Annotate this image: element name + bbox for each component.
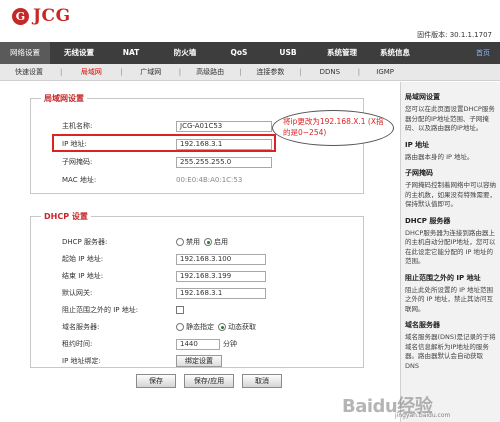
save-button[interactable]: 保存 (136, 374, 176, 388)
help-heading-lan: 局域网设置 (405, 93, 440, 101)
ip-binding-row: IP 地址绑定: 绑定设置 (31, 354, 363, 368)
save-apply-button[interactable]: 保存/应用 (184, 374, 234, 388)
radio-icon (176, 323, 184, 331)
router-admin-page: G JCG 固件版本: 30.1.1.1707 网络设置 无线设置 NAT 防火… (0, 0, 500, 422)
mac-address-label: MAC 地址: (62, 176, 97, 184)
subnav-separator: | (120, 68, 123, 76)
help-heading-dhcp: DHCP 服务器 (405, 216, 451, 225)
dns-static-radio[interactable]: 静态指定 (176, 322, 214, 332)
subnav-separator: | (178, 68, 182, 76)
lease-time-input[interactable]: 1440 (176, 338, 220, 350)
dhcp-enable-label: 启用 (214, 238, 228, 246)
subnet-mask-input[interactable]: 255.255.255.0 (176, 156, 272, 168)
dhcp-settings-legend: DHCP 设置 (41, 211, 91, 222)
subnav-lan[interactable]: 局域网 (64, 67, 118, 77)
ip-highlight-box (52, 134, 276, 152)
block-outside-checkbox[interactable] (176, 306, 184, 314)
dhcp-enable-radio[interactable]: 启用 (204, 237, 228, 247)
cancel-button[interactable]: 取消 (242, 374, 282, 388)
help-heading-block: 阻止范围之外的 IP 地址 (405, 273, 481, 282)
help-text-block: 阻止此处所设置的 IP 地址范围之外的 IP 地址，禁止其访问互联网。 (405, 285, 493, 313)
dns-static-label: 静态指定 (186, 323, 214, 331)
nav-usb[interactable]: USB (262, 42, 314, 64)
firmware-version: 固件版本: 30.1.1.1707 (417, 31, 492, 39)
nav-wireless-settings[interactable]: 无线设置 (50, 42, 108, 64)
radio-selected-icon (204, 238, 212, 246)
brand-logo: G JCG (12, 6, 71, 26)
gateway-input[interactable]: 192.168.3.1 (176, 287, 266, 299)
nav-firewall[interactable]: 防火墙 (154, 42, 216, 64)
annotation-bubble: 将ip更改为192.168.X.1 (X指的是0~254) (272, 110, 394, 146)
subnet-mask-label: 子网掩码: (62, 158, 93, 166)
settings-content: 局域网设置 主机名称: JCG-A01C53 IP 地址: 192.168.3.… (4, 84, 396, 422)
dns-auto-label: 动态获取 (228, 323, 256, 331)
host-name-input[interactable]: JCG-A01C53 (176, 120, 272, 132)
lease-time-row: 租约时间: 1440 分钟 (31, 337, 363, 351)
gateway-row: 默认网关: 192.168.3.1 (31, 286, 363, 300)
help-heading-ip: IP 地址 (405, 140, 430, 149)
block-outside-row: 阻止范围之外的 IP 地址: (31, 303, 363, 317)
subnav-igmp[interactable]: IGMP (362, 68, 408, 76)
dhcp-server-row: DHCP 服务器: 禁用 启用 (31, 235, 363, 249)
block-outside-label: 阻止范围之外的 IP 地址: (62, 306, 139, 314)
baidu-watermark-url: jingyan.baidu.com (395, 412, 451, 419)
dhcp-server-label: DHCP 服务器: (62, 238, 108, 246)
subnav-separator: | (60, 68, 63, 76)
main-nav: 网络设置 无线设置 NAT 防火墙 QoS USB 系统管理 系统信息 首页 (0, 42, 500, 64)
gateway-label: 默认网关: (62, 289, 93, 297)
mac-address-row: MAC 地址: 00:E0:4B:A0:1C:53 (31, 173, 363, 187)
subnav-separator: | (357, 68, 361, 76)
dhcp-disable-radio[interactable]: 禁用 (176, 237, 200, 247)
lease-time-unit: 分钟 (223, 340, 237, 348)
help-text-dns: 域名服务器(DNS)是记录的于将域名信息解析为IP地址的服务器。路由器默认会自动… (405, 333, 496, 370)
nav-network-settings[interactable]: 网络设置 (0, 42, 50, 64)
dns-auto-radio[interactable]: 动态获取 (218, 322, 256, 332)
host-name-label: 主机名称: (62, 122, 93, 130)
binding-settings-button[interactable]: 绑定设置 (176, 355, 222, 367)
help-heading-dns: 域名服务器 (405, 321, 440, 329)
dns-server-label: 域名服务器: (62, 323, 100, 331)
subnav-advanced-routing[interactable]: 高级路由 (183, 67, 237, 77)
start-ip-input[interactable]: 192.168.3.100 (176, 253, 266, 265)
lan-settings-legend: 局域网设置 (41, 93, 87, 104)
subnav-ddns[interactable]: DDNS (304, 68, 356, 76)
help-heading-mask: 子网掩码 (405, 169, 433, 177)
radio-icon (176, 238, 184, 246)
help-text-ip: 路由器本身的 IP 地址。 (405, 152, 474, 161)
subnav-quick-setup[interactable]: 快速设置 (0, 67, 58, 77)
end-ip-row: 结束 IP 地址: 192.168.3.199 (31, 269, 363, 283)
ip-binding-label: IP 地址绑定: (62, 357, 101, 365)
radio-selected-icon (218, 323, 226, 331)
subnav-connection-params[interactable]: 连接参数 (243, 67, 297, 77)
help-text-dhcp: DHCP服务器为连接到路由器上的主机自动分配IP地址，您可以在此设定它能分配的 … (405, 228, 496, 266)
dns-server-row: 域名服务器: 静态指定 动态获取 (31, 320, 363, 334)
brand-name: JCG (33, 6, 71, 26)
end-ip-input[interactable]: 192.168.3.199 (176, 270, 266, 282)
end-ip-label: 结束 IP 地址: (62, 272, 104, 280)
dhcp-settings-group: DHCP 设置 DHCP 服务器: 禁用 启用 起始 IP 地址: 192.16… (30, 211, 364, 368)
dhcp-disable-label: 禁用 (186, 238, 200, 246)
annotation-text: 将ip更改为192.168.X.1 (X指的是0~254) (283, 117, 384, 137)
start-ip-row: 起始 IP 地址: 192.168.3.100 (31, 252, 363, 266)
sub-nav: 快速设置 | 局域网 | 广域网 | 高级路由 | 连接参数 | DDNS | … (0, 64, 500, 81)
nav-system-management[interactable]: 系统管理 (314, 42, 370, 64)
subnav-separator: | (299, 68, 302, 76)
help-text-lan: 您可以在此页面设置DHCP服务器分配的IP地址范围、子网掩码、以及路由器的IP地… (405, 105, 495, 132)
header: G JCG 固件版本: 30.1.1.1707 (0, 0, 500, 42)
subnet-mask-row: 子网掩码: 255.255.255.0 (31, 155, 363, 169)
subnav-wan[interactable]: 广域网 (125, 67, 177, 77)
nav-home-link[interactable]: 首页 (472, 42, 494, 64)
start-ip-label: 起始 IP 地址: (62, 255, 104, 263)
help-text-mask: 子网掩码控制着网络中可以容纳的主机数，如果没有特殊需要，保持默认值即可。 (405, 181, 496, 208)
help-panel: 局域网设置 您可以在此页面设置DHCP服务器分配的IP地址范围、子网掩码、以及路… (400, 82, 500, 422)
lease-time-label: 租约时间: (62, 340, 93, 348)
logo-mark-icon: G (12, 7, 29, 25)
nav-system-info[interactable]: 系统信息 (370, 42, 420, 64)
mac-address-value: 00:E0:4B:A0:1C:53 (176, 176, 243, 184)
nav-nat[interactable]: NAT (108, 42, 154, 64)
nav-qos[interactable]: QoS (216, 42, 262, 64)
subnav-separator: | (239, 68, 242, 76)
